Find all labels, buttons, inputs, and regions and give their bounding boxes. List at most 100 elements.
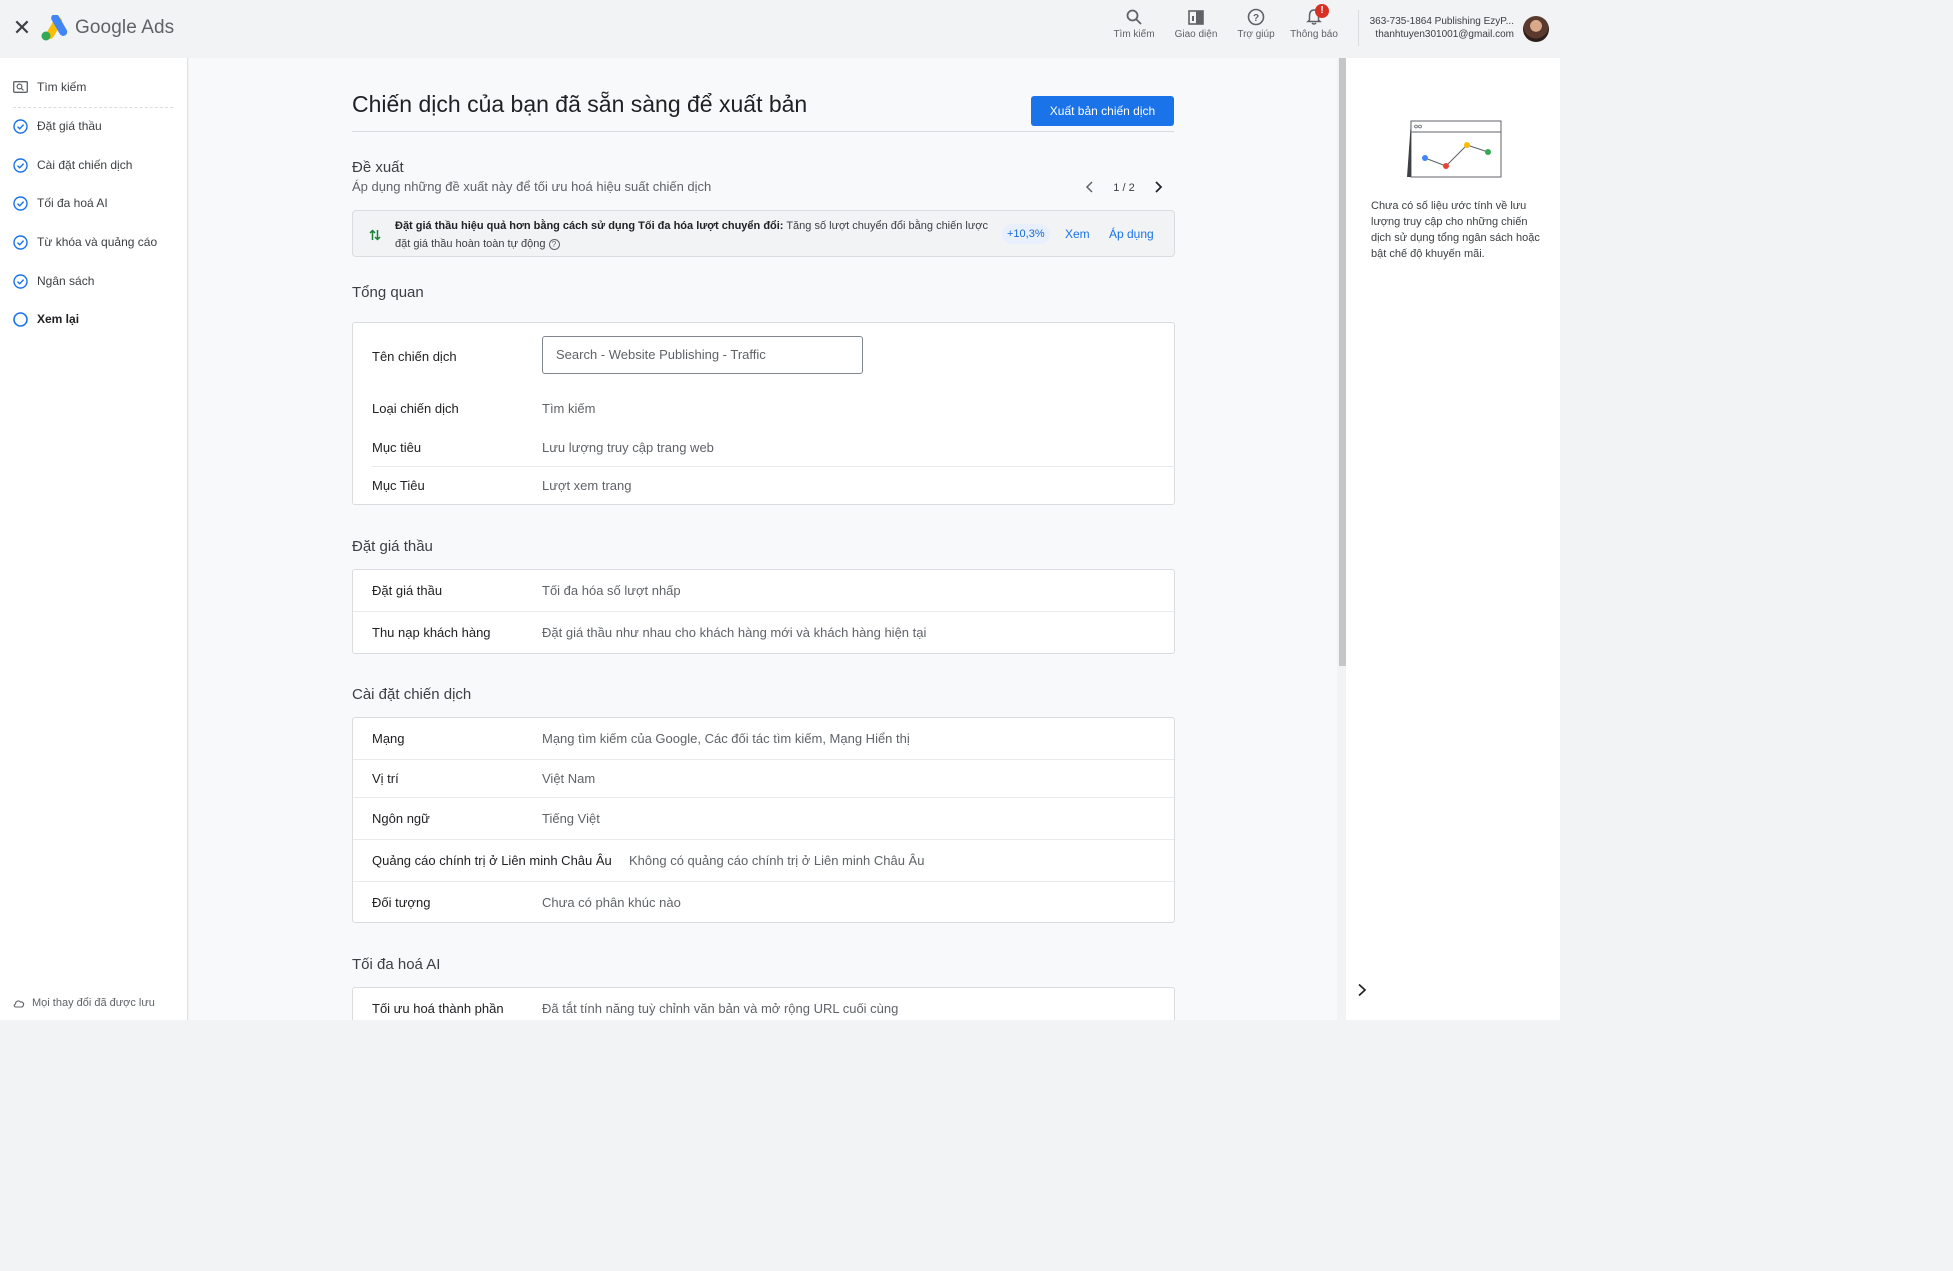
sidebar-item-label: Cài đặt chiến dịch bbox=[37, 158, 133, 172]
divider bbox=[353, 797, 1174, 798]
account-email: thanhtuyen301001@gmail.com bbox=[1375, 29, 1514, 40]
google-ads-logo bbox=[41, 15, 68, 41]
svg-text:?: ? bbox=[1253, 13, 1259, 24]
search-button-label: Tìm kiếm bbox=[1113, 29, 1155, 40]
estimate-panel: Chưa có số liệu ước tính về lưu lượng tr… bbox=[1346, 58, 1560, 1020]
divider bbox=[13, 107, 173, 108]
publish-campaign-button[interactable]: Xuất bản chiến dịch bbox=[1031, 96, 1174, 126]
check-circle-icon bbox=[13, 234, 28, 250]
brand-name: Google Ads bbox=[75, 17, 175, 38]
sidebar-item-bidding[interactable]: Đặt giá thầu bbox=[13, 116, 102, 136]
recommendations-subheading: Áp dụng những đề xuất này để tối ưu hoá … bbox=[352, 179, 712, 194]
language-value: Tiếng Việt bbox=[542, 811, 600, 826]
pager-text: 1 / 2 bbox=[1113, 182, 1135, 194]
recommendations-pager: 1 / 2 bbox=[1085, 180, 1163, 196]
avatar[interactable] bbox=[1523, 16, 1549, 42]
chevron-right-icon[interactable] bbox=[1356, 983, 1368, 997]
check-circle-icon bbox=[13, 118, 28, 134]
sidebar-item-label: Tối đa hoá AI bbox=[37, 196, 108, 210]
recommendation-text: Đặt giá thầu hiệu quả hơn bằng cách sử d… bbox=[395, 217, 995, 253]
sidebar: Tìm kiếm Đặt giá thầu Cài đặt chiến dịch… bbox=[0, 58, 188, 1020]
campaign-name-field[interactable]: Search - Website Publishing - Traffic bbox=[542, 336, 863, 374]
customer-acquisition-value: Đặt giá thầu như nhau cho khách hàng mới… bbox=[542, 625, 927, 640]
divider bbox=[1358, 10, 1359, 46]
apply-recommendation-link[interactable]: Áp dụng bbox=[1109, 227, 1154, 241]
help-button[interactable]: ? Trợ giúp bbox=[1234, 8, 1278, 40]
notifications-button[interactable]: ! Thông báo bbox=[1289, 4, 1339, 40]
sidebar-item-label: Tìm kiếm bbox=[37, 80, 87, 94]
appearance-icon bbox=[1188, 10, 1204, 25]
network-label: Mạng bbox=[372, 731, 405, 746]
ai-max-card: Tối ưu hoá thành phần Đã tắt tính năng t… bbox=[352, 987, 1175, 1020]
location-value: Việt Nam bbox=[542, 771, 596, 786]
overview-card: Tên chiến dịch Search - Website Publishi… bbox=[352, 322, 1175, 505]
audience-value: Chưa có phân khúc nào bbox=[542, 895, 681, 910]
sidebar-item-budget[interactable]: Ngân sách bbox=[13, 271, 94, 291]
overview-heading: Tổng quan bbox=[352, 284, 424, 301]
help-icon[interactable]: ? bbox=[548, 238, 560, 250]
close-icon[interactable]: ✕ bbox=[12, 17, 32, 39]
check-circle-icon bbox=[13, 157, 28, 173]
cloud-done-icon bbox=[13, 1000, 25, 1008]
campaign-name-label: Tên chiến dịch bbox=[372, 349, 457, 364]
uplift-badge: +10,3% bbox=[1002, 224, 1050, 244]
campaign-settings-card: Mạng Mạng tìm kiếm của Google, Các đối t… bbox=[352, 717, 1175, 923]
goal2-value: Lượt xem trang bbox=[542, 478, 632, 493]
network-value: Mạng tìm kiếm của Google, Các đối tác tì… bbox=[542, 731, 910, 746]
recommendation-card: Đặt giá thầu hiệu quả hơn bằng cách sử d… bbox=[352, 210, 1175, 257]
sidebar-item-label: Từ khóa và quảng cáo bbox=[37, 235, 158, 249]
appearance-button[interactable]: Giao diện bbox=[1173, 8, 1219, 40]
saved-status-text: Mọi thay đổi đã được lưu bbox=[32, 997, 155, 1009]
account-info[interactable]: 363-735-1864 Publishing EzyP... thanhtuy… bbox=[1366, 15, 1514, 41]
sidebar-item-keywords-ads[interactable]: Từ khóa và quảng cáo bbox=[13, 232, 157, 252]
goal-label: Mục tiêu bbox=[372, 440, 422, 455]
scrollbar[interactable] bbox=[1560, 58, 1568, 1020]
bidding-heading: Đặt giá thầu bbox=[352, 538, 433, 555]
notification-badge: ! bbox=[1315, 4, 1329, 18]
help-button-label: Trợ giúp bbox=[1237, 29, 1275, 40]
eu-political-ads-label: Quảng cáo chính trị ở Liên minh Châu Âu bbox=[372, 853, 612, 868]
account-id: 363-735-1864 Publishing EzyP... bbox=[1369, 16, 1514, 27]
divider bbox=[353, 839, 1174, 840]
recommendation-title: Đặt giá thầu hiệu quả hơn bằng cách sử d… bbox=[395, 220, 784, 232]
goal-value: Lưu lượng truy cập trang web bbox=[542, 440, 714, 455]
campaign-settings-heading: Cài đặt chiến dịch bbox=[352, 686, 472, 703]
check-circle-icon bbox=[13, 273, 28, 289]
sidebar-item-campaign-settings[interactable]: Cài đặt chiến dịch bbox=[13, 155, 132, 175]
search-icon bbox=[1126, 9, 1142, 25]
swap-vert-icon bbox=[369, 229, 381, 241]
main-content: Chiến dịch của bạn đã sẵn sàng để xuất b… bbox=[189, 58, 1337, 1020]
bidding-strategy-label: Đặt giá thầu bbox=[372, 583, 443, 598]
chevron-left-icon[interactable] bbox=[1085, 180, 1095, 196]
page-title: Chiến dịch của bạn đã sẵn sàng để xuất b… bbox=[352, 91, 808, 117]
bidding-card: Đặt giá thầu Tối đa hóa số lượt nhấp Thu… bbox=[352, 569, 1175, 654]
search-button[interactable]: Tìm kiếm bbox=[1112, 8, 1156, 40]
customer-acquisition-label: Thu nạp khách hàng bbox=[372, 625, 491, 640]
campaign-type-value: Tìm kiếm bbox=[542, 401, 596, 416]
location-label: Vị trí bbox=[372, 771, 399, 786]
scrollbar-thumb[interactable] bbox=[1339, 58, 1346, 666]
divider bbox=[353, 611, 1174, 612]
chevron-right-icon[interactable] bbox=[1153, 180, 1163, 196]
divider bbox=[353, 759, 1174, 760]
check-circle-icon bbox=[13, 195, 28, 211]
language-label: Ngôn ngữ bbox=[372, 811, 430, 826]
recommendations-heading: Đề xuất bbox=[352, 159, 404, 176]
saved-status: Mọi thay đổi đã được lưu bbox=[13, 997, 155, 1009]
sidebar-item-label: Xem lại bbox=[37, 312, 80, 326]
campaign-type-label: Loại chiến dịch bbox=[372, 401, 459, 416]
ai-max-heading: Tối đa hoá AI bbox=[352, 956, 441, 973]
sidebar-item-search[interactable]: Tìm kiếm bbox=[13, 77, 86, 97]
help-icon: ? bbox=[1247, 8, 1265, 26]
top-bar: ✕ Google Ads Tìm kiếm Giao diện ? Trợ gi… bbox=[0, 0, 1568, 58]
divider bbox=[352, 131, 1174, 132]
sidebar-item-ai-max[interactable]: Tối đa hoá AI bbox=[13, 193, 108, 213]
estimate-note: Chưa có số liệu ước tính về lưu lượng tr… bbox=[1371, 200, 1540, 260]
goal2-label: Mục Tiêu bbox=[372, 478, 425, 493]
notifications-button-label: Thông báo bbox=[1290, 29, 1338, 40]
view-recommendation-link[interactable]: Xem bbox=[1065, 227, 1090, 241]
appearance-button-label: Giao diện bbox=[1174, 29, 1218, 40]
chart-illustration-icon bbox=[1407, 120, 1502, 178]
sidebar-item-review[interactable]: Xem lại bbox=[13, 309, 79, 329]
sidebar-item-label: Đặt giá thầu bbox=[37, 119, 102, 133]
